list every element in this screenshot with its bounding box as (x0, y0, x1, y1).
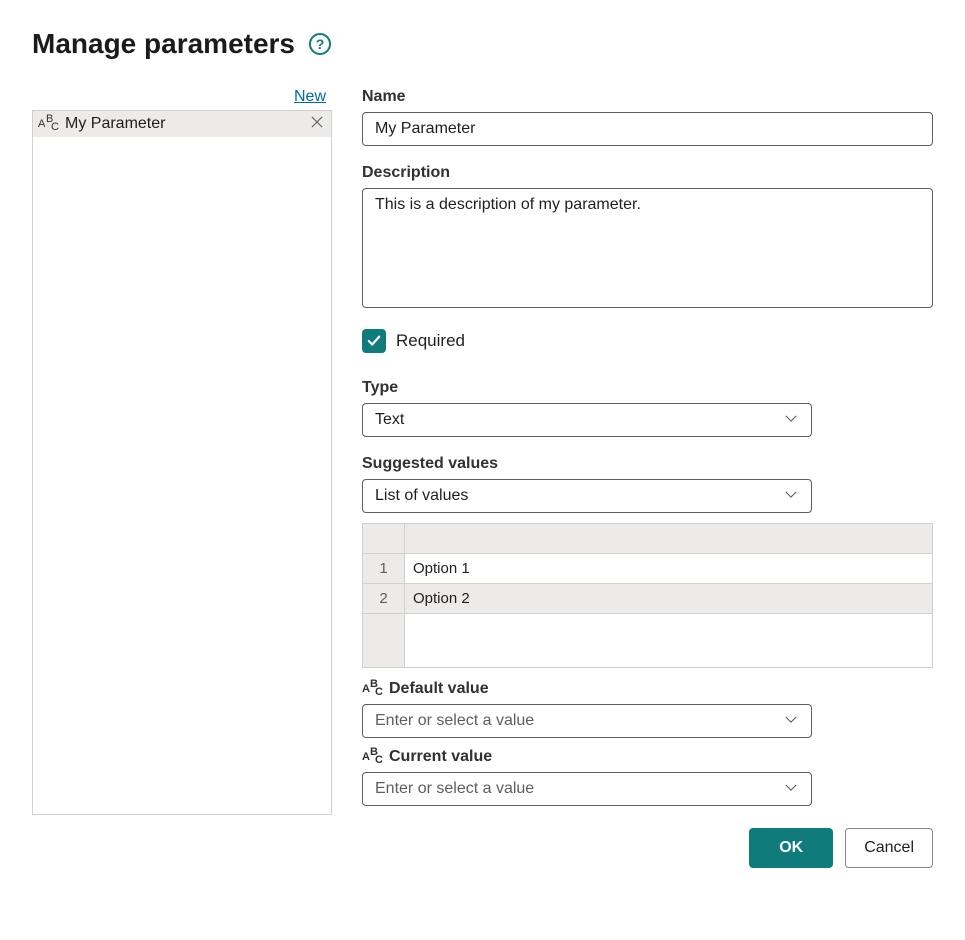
name-input[interactable] (362, 112, 933, 146)
grid-row[interactable]: 2 Option 2 (363, 584, 932, 614)
parameter-item-name: My Parameter (65, 115, 306, 133)
new-parameter-link[interactable]: New (294, 88, 326, 105)
current-value-select[interactable]: Enter or select a value (362, 772, 812, 806)
page-title: Manage parameters (32, 28, 295, 60)
parameter-form: Name Description This is a description o… (362, 88, 933, 868)
ok-button[interactable]: OK (749, 828, 833, 868)
parameter-list: ABC My Parameter (32, 110, 332, 815)
grid-cell[interactable]: Option 2 (405, 584, 932, 613)
required-checkbox[interactable] (362, 329, 386, 353)
grid-row-number: 1 (363, 554, 405, 583)
dialog-footer: OK Cancel (362, 828, 933, 868)
type-select[interactable]: Text (362, 403, 812, 437)
suggested-values-select[interactable]: List of values (362, 479, 812, 513)
type-label: Type (362, 379, 933, 397)
sidebar: New ABC My Parameter (32, 88, 332, 815)
grid-row-number: 2 (363, 584, 405, 613)
name-label: Name (362, 88, 933, 106)
parameter-list-item[interactable]: ABC My Parameter (33, 111, 331, 137)
description-input[interactable]: This is a description of my parameter. (362, 188, 933, 308)
suggested-values-label: Suggested values (362, 455, 933, 473)
values-grid: 1 Option 1 2 Option 2 (362, 523, 933, 668)
delete-parameter-icon[interactable] (311, 115, 323, 133)
current-value-label: Current value (389, 748, 492, 766)
cancel-button[interactable]: Cancel (845, 828, 933, 868)
help-icon[interactable]: ? (309, 33, 331, 55)
text-type-icon: ABC (38, 115, 60, 133)
required-label: Required (396, 331, 465, 351)
page-header: Manage parameters ? (32, 28, 933, 60)
default-value-select[interactable]: Enter or select a value (362, 704, 812, 738)
text-type-icon: ABC (362, 748, 384, 766)
grid-row[interactable]: 1 Option 1 (363, 554, 932, 584)
text-type-icon: ABC (362, 680, 384, 698)
grid-cell[interactable]: Option 1 (405, 554, 932, 583)
default-value-label: Default value (389, 680, 489, 698)
description-label: Description (362, 164, 933, 182)
